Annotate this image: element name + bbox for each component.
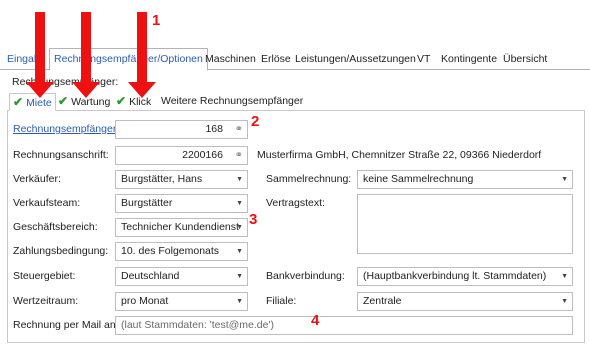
tab-kontingente[interactable]: Kontingente [437, 50, 501, 70]
sammelrechnung-label: Sammelrechnung: [266, 173, 352, 185]
chevron-down-icon: ▼ [561, 176, 568, 183]
geschaeftsbereich-label: Geschäftsbereich: [13, 221, 98, 233]
verkaeufer-select[interactable]: Burgstätter, Hans ▼ [115, 170, 248, 189]
tab-maschinen[interactable]: Maschinen [201, 50, 260, 70]
annotation-marker-4: 4 [311, 312, 320, 329]
verkaeufer-label: Verkäufer: [13, 173, 61, 185]
rechnungsanschrift-field[interactable]: 2200166 ⚭ [115, 146, 248, 165]
rechnungsempfaenger-link[interactable]: Rechnungsempfänger [13, 123, 116, 135]
tab-vt[interactable]: VT [413, 50, 434, 70]
mail-input[interactable]: (laut Stammdaten: 'test@me.de') [115, 316, 573, 335]
mail-placeholder: (laut Stammdaten: 'test@me.de') [121, 319, 274, 331]
checkmark-icon: ✔ [58, 94, 69, 108]
zahlungsbedingung-label: Zahlungsbedingung: [13, 245, 109, 257]
checkmark-icon: ✔ [13, 95, 24, 109]
wertzeitraum-value: pro Monat [121, 295, 169, 307]
binoculars-icon[interactable]: ⚭ [235, 147, 243, 164]
tab-erloese[interactable]: Erlöse [257, 50, 295, 70]
chevron-down-icon: ▼ [236, 200, 243, 207]
filiale-select[interactable]: Zentrale ▼ [357, 292, 573, 311]
vertragstext-textarea[interactable] [357, 194, 573, 254]
steuergebiet-value: Deutschland [121, 270, 180, 282]
subtab-label: Weitere Rechnungsempfänger [161, 95, 304, 107]
annotation-marker-2: 2 [251, 113, 260, 130]
chevron-down-icon: ▼ [236, 224, 243, 231]
rechnungsanschrift-address: Musterfirma GmbH, Chemnitzer Straße 22, … [257, 149, 542, 161]
zahlungsbedingung-value: 10. des Folgemonats [121, 245, 220, 257]
verkaeufer-value: Burgstätter, Hans [121, 173, 203, 185]
geschaeftsbereich-value: Technicher Kundendienst [121, 221, 239, 233]
tab-leistungen-aussetzungen[interactable]: Leistungen/Aussetzungen [291, 50, 420, 70]
chevron-down-icon: ▼ [236, 176, 243, 183]
verkaufsteam-label: Verkaufsteam: [13, 197, 81, 209]
binoculars-icon[interactable]: ⚭ [235, 121, 243, 138]
steuergebiet-select[interactable]: Deutschland ▼ [115, 267, 248, 286]
sammelrechnung-select[interactable]: keine Sammelrechnung ▼ [357, 170, 573, 189]
filiale-label: Filiale: [266, 295, 297, 307]
annotation-arrow-wartung [72, 12, 100, 98]
annotation-arrow-miete [26, 12, 54, 98]
geschaeftsbereich-select[interactable]: Technicher Kundendienst ▼ [115, 218, 248, 237]
steuergebiet-label: Steuergebiet: [13, 270, 76, 282]
checkmark-icon: ✔ [116, 94, 127, 108]
verkaufsteam-select[interactable]: Burgstätter ▼ [115, 194, 248, 213]
subtab-weitere-rechnungsempfaenger[interactable]: Weitere Rechnungsempfänger [158, 93, 306, 111]
chevron-down-icon: ▼ [236, 298, 243, 305]
bankverbindung-label: Bankverbindung: [266, 270, 345, 282]
rechnungsempfaenger-value: 168 [205, 123, 223, 135]
sammelrechnung-value: keine Sammelrechnung [363, 173, 474, 185]
annotation-marker-3: 3 [249, 211, 258, 228]
rechnungsanschrift-value: 2200166 [182, 149, 223, 161]
annotation-marker-1: 1 [152, 12, 161, 29]
bankverbindung-value: (Hauptbankverbindung lt. Stammdaten) [363, 270, 547, 282]
chevron-down-icon: ▼ [561, 298, 568, 305]
zahlungsbedingung-select[interactable]: 10. des Folgemonats ▼ [115, 242, 248, 261]
subtab-label: Miete [26, 97, 52, 109]
chevron-down-icon: ▼ [561, 273, 568, 280]
vertragstext-label: Vertragstext: [266, 197, 325, 209]
rechnungsempfaenger-field[interactable]: 168 ⚭ [115, 120, 248, 139]
filiale-value: Zentrale [363, 295, 402, 307]
verkaufsteam-value: Burgstätter [121, 197, 173, 209]
chevron-down-icon: ▼ [236, 273, 243, 280]
wertzeitraum-select[interactable]: pro Monat ▼ [115, 292, 248, 311]
tab-uebersicht[interactable]: Übersicht [499, 50, 551, 70]
wertzeitraum-label: Wertzeitraum: [13, 295, 79, 307]
chevron-down-icon: ▼ [236, 248, 243, 255]
bankverbindung-select[interactable]: (Hauptbankverbindung lt. Stammdaten) ▼ [357, 267, 573, 286]
rechnungsanschrift-label: Rechnungsanschrift: [13, 149, 109, 161]
mail-label: Rechnung per Mail an: [13, 319, 119, 331]
